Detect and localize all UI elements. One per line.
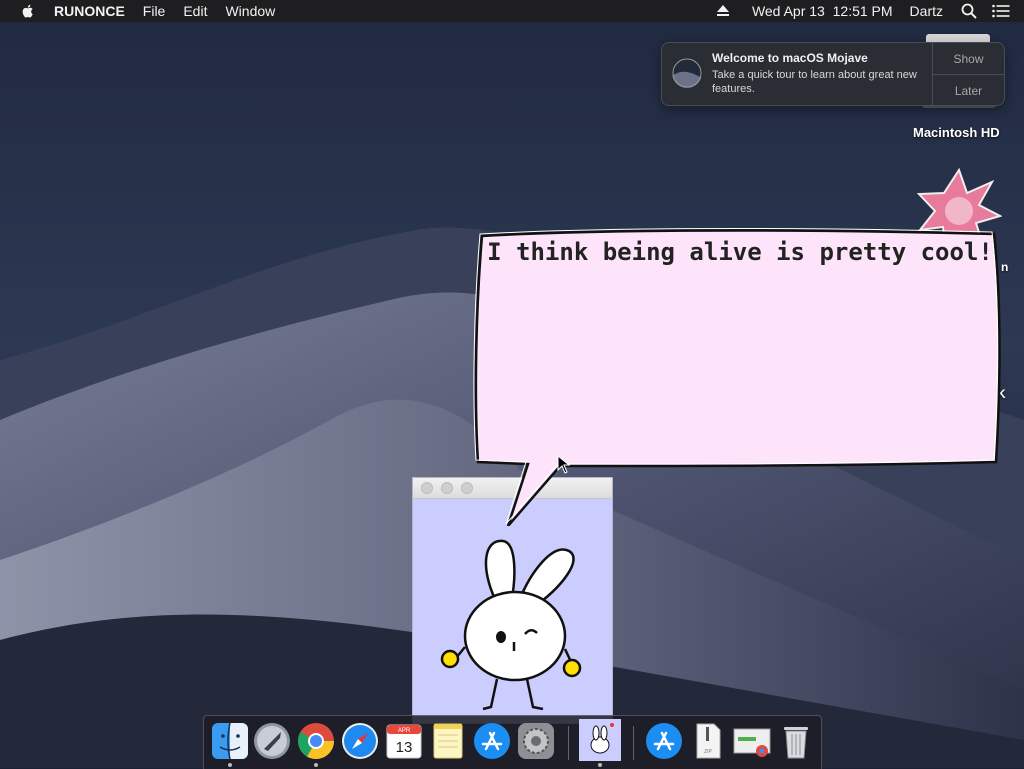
notification-body: Take a quick tour to learn about great n… <box>712 69 917 95</box>
finder-running-indicator <box>228 763 232 767</box>
app-menu[interactable]: RUNONCE <box>54 3 125 19</box>
menubar-user[interactable]: Dartz <box>910 3 943 19</box>
eject-icon[interactable] <box>716 5 730 17</box>
system-preferences-icon[interactable] <box>516 721 556 761</box>
runonce-app-icon[interactable] <box>579 719 621 761</box>
notification-title: Welcome to macOS Mojave <box>712 51 868 65</box>
speech-bubble-text: I think being alive is pretty cool! <box>487 238 993 266</box>
notification-show-button[interactable]: Show <box>933 43 1004 75</box>
bunny-character[interactable] <box>413 499 612 723</box>
close-window-button[interactable] <box>421 482 433 494</box>
app-store-downloads-icon[interactable] <box>644 721 684 761</box>
minimize-window-button[interactable] <box>441 482 453 494</box>
calendar-icon[interactable]: APR 13 <box>384 721 424 761</box>
dock-separator <box>568 726 569 760</box>
dock-separator-2 <box>633 726 634 760</box>
notification-later-button[interactable]: Later <box>933 75 1004 105</box>
trash-icon[interactable] <box>776 721 816 761</box>
menubar-clock[interactable]: Wed Apr 13 12:51 PM <box>752 3 893 19</box>
mojave-icon <box>672 58 702 88</box>
calendar-month: APR <box>398 728 411 734</box>
calendar-day: 13 <box>396 739 413 756</box>
chrome-icon[interactable] <box>296 721 336 761</box>
speech-bubble <box>473 228 1001 526</box>
macintosh-hd-label[interactable]: Macintosh HD <box>913 125 1000 140</box>
zip-archive-icon[interactable]: ZIP <box>688 721 728 761</box>
mouse-cursor <box>557 455 571 474</box>
chrome-running-indicator <box>314 763 318 767</box>
app-store-icon[interactable] <box>472 721 512 761</box>
runonce-running-indicator <box>598 763 602 767</box>
menu-bar: RUNONCE File Edit Window Wed Apr 13 12:5… <box>0 0 1024 22</box>
window-menu[interactable]: Window <box>225 3 275 19</box>
finder-icon[interactable] <box>210 721 250 761</box>
file-menu[interactable]: File <box>143 3 166 19</box>
safari-icon[interactable] <box>340 721 380 761</box>
edit-menu[interactable]: Edit <box>183 3 207 19</box>
notes-icon[interactable] <box>428 721 468 761</box>
chrome-app-icon[interactable] <box>732 721 772 761</box>
dock: APR 13 ZIP <box>203 715 822 769</box>
welcome-notification[interactable]: Welcome to macOS Mojave Take a quick tou… <box>661 42 1005 106</box>
spotlight-search-icon[interactable] <box>961 3 977 19</box>
launchpad-icon[interactable] <box>252 721 292 761</box>
notification-center-icon[interactable] <box>992 4 1010 18</box>
apple-menu-icon[interactable] <box>20 3 36 19</box>
svg-text:ZIP: ZIP <box>704 749 712 755</box>
